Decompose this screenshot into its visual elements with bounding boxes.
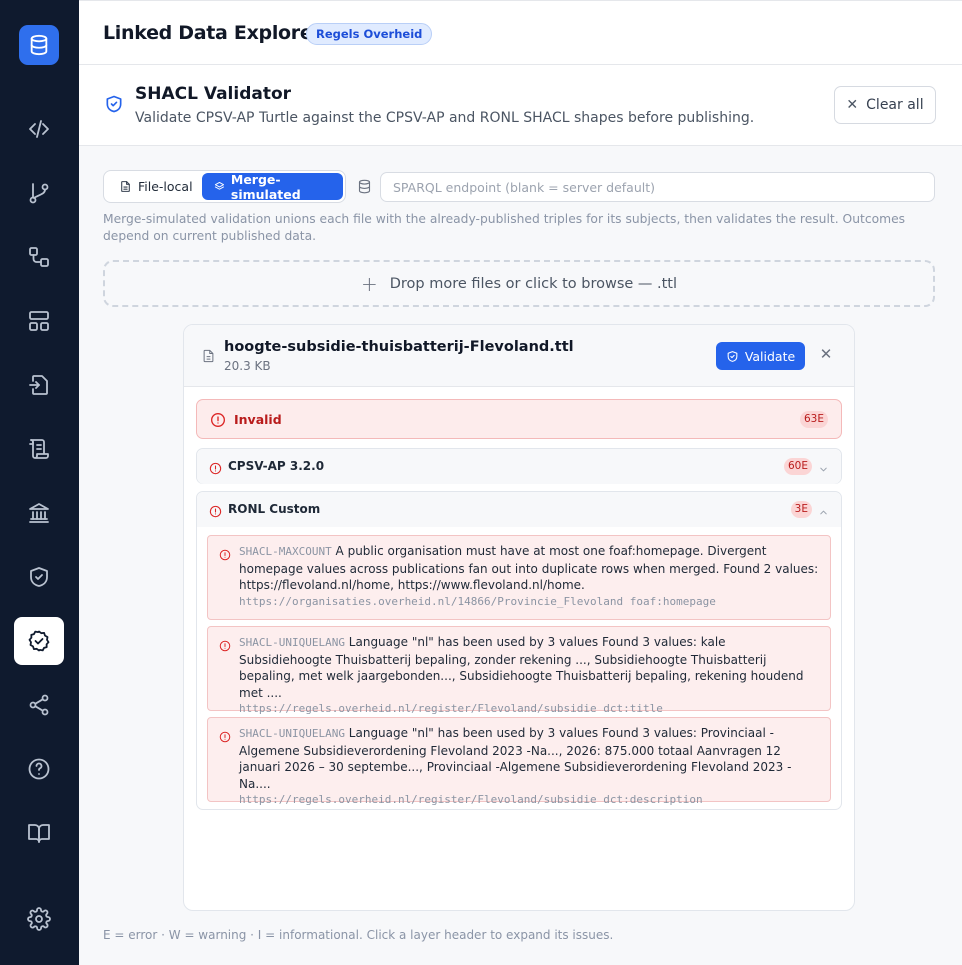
file-icon [121,181,130,192]
issue-focus-node: https://regels.overheid.nl/register/Flev… [239,793,703,806]
file-name: hoogte-subsidie-thuisbatterij-Flevoland.… [224,339,574,355]
issue-item: SHACL-UNIQUELANG Language "nl" has been … [207,717,831,806]
file-card: hoogte-subsidie-thuisbatterij-Flevoland.… [183,324,855,911]
issue-focus-node: https://organisaties.overheid.nl/14866/P… [239,594,716,608]
chevron-up-icon [818,503,829,522]
validation-mode-toggle: File-local Merge-simulated [103,170,346,203]
sidebar-item-workflow[interactable] [14,233,64,281]
sidebar-item-validator[interactable] [14,617,64,665]
alert-circle-icon [219,637,231,656]
merge-hint-text: Merge-simulated validation unions each f… [103,212,906,243]
workflow-icon [29,247,49,267]
shield-check-icon [727,350,738,362]
app-title: Linked Data Explorer [103,22,322,44]
circle-check-icon [28,630,50,652]
sparql-endpoint-input[interactable] [380,172,935,202]
mode-file-local-button[interactable]: File-local [107,173,205,200]
issue-item: SHACL-MAXCOUNT A public organisation mus… [207,535,831,620]
landmark-icon [29,503,49,523]
app-badge: Regels Overheid [306,23,433,45]
clear-all-button[interactable]: ✕ Clear all [834,86,936,124]
layer-name: CPSV-AP 3.2.0 [228,459,325,473]
settings-icon [27,907,51,931]
sidebar-item-settings[interactable] [14,895,64,943]
sidebar-item-layout[interactable] [14,297,64,345]
sidebar-item-share[interactable] [14,681,64,729]
book-open-icon [28,824,50,843]
sidebar-item-shield[interactable] [14,553,64,601]
alert-circle-icon [219,546,231,565]
layout-icon [29,311,49,331]
file-size: 20.3 KB [224,359,271,373]
page-title: SHACL Validator [135,84,292,104]
layer-ronl-custom: RONL Custom 3E SHACL-MAXCOUNT A public o… [196,491,842,810]
page-subtitle: Validate CPSV-AP Turtle against the CPSV… [135,110,755,126]
remove-file-button[interactable]: ✕ [817,345,835,365]
dropzone-label: Drop more files or click to browse — .tt… [389,275,678,292]
layer-error-count: 3E [790,501,812,518]
sidebar-item-code[interactable] [14,105,64,153]
validate-button[interactable]: Validate [716,342,805,370]
alert-circle-icon [209,460,222,479]
close-icon: ✕ [846,97,859,113]
file-icon [201,348,216,368]
severity-legend: E = error · W = warning · I = informatio… [103,928,614,942]
layers-icon [214,181,224,190]
alert-circle-icon [219,728,231,747]
clear-all-label: Clear all [866,97,924,113]
help-circle-icon [28,758,50,780]
sidebar [0,0,79,965]
issue-text: SHACL-MAXCOUNT A public organisation mus… [239,543,819,610]
shield-check-icon [30,567,48,587]
file-dropzone[interactable]: + Drop more files or click to browse — .… [103,260,935,307]
share-icon [29,694,49,716]
database-icon [357,179,372,198]
validation-status-banner: Invalid 63E [196,399,842,439]
issue-text: SHACL-UNIQUELANG Language "nl" has been … [239,725,819,809]
validator-header: SHACL Validator Validate CPSV-AP Turtle … [79,65,962,146]
sidebar-item-scroll[interactable] [14,425,64,473]
layer-error-count: 60E [784,458,812,475]
chevron-down-icon [818,460,829,479]
issue-text: SHACL-UNIQUELANG Language "nl" has been … [239,634,819,718]
layer-name: RONL Custom [228,502,321,516]
database-icon [30,34,48,56]
mode-merge-simulated-label: Merge-simulated [230,171,301,202]
sidebar-item-landmark[interactable] [14,489,64,537]
code-icon [29,120,49,138]
alert-circle-icon [210,412,226,432]
file-card-header: hoogte-subsidie-thuisbatterij-Flevoland.… [184,325,854,387]
plus-icon: + [360,271,378,296]
alert-circle-icon [209,503,222,522]
file-import-icon [29,375,48,395]
issue-code: SHACL-UNIQUELANG [239,727,345,740]
layer-header-cpsv-ap[interactable]: CPSV-AP 3.2.0 60E [197,449,841,484]
validate-label: Validate [744,348,796,364]
sidebar-item-database[interactable] [19,25,59,65]
issue-focus-node: https://regels.overheid.nl/register/Flev… [239,702,663,715]
status-error-count: 63E [800,411,828,428]
sidebar-item-branch[interactable] [14,169,64,217]
mode-file-local-label: File-local [138,179,193,194]
scroll-icon [29,439,49,459]
issue-item: SHACL-UNIQUELANG Language "nl" has been … [207,626,831,715]
git-branch-icon [29,183,49,204]
issue-code: SHACL-UNIQUELANG [239,636,345,649]
issue-code: SHACL-MAXCOUNT [239,545,332,558]
sidebar-item-import[interactable] [14,361,64,409]
close-icon: ✕ [819,345,833,363]
layer-cpsv-ap: CPSV-AP 3.2.0 60E [196,448,842,484]
layer-header-ronl-custom[interactable]: RONL Custom 3E [197,492,841,527]
status-label: Invalid [234,412,282,427]
sidebar-item-docs[interactable] [14,809,64,857]
mode-merge-simulated-button[interactable]: Merge-simulated [202,171,343,202]
sidebar-item-help[interactable] [14,745,64,793]
shield-check-icon [104,94,124,118]
app-header: Linked Data Explorer Regels Overheid [79,0,962,65]
